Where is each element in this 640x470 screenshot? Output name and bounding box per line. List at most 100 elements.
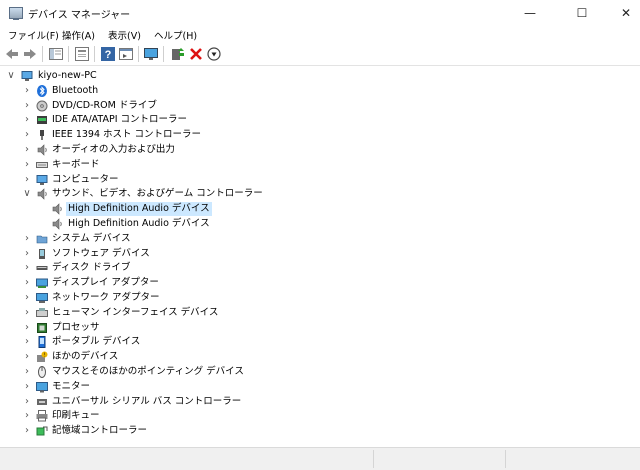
help-icon[interactable]: ?	[100, 46, 116, 62]
display-adapter-icon	[36, 278, 48, 289]
tree-category[interactable]: ∨ サウンド、ビデオ、およびゲーム コントローラー	[0, 187, 640, 201]
tree-device[interactable]: High Definition Audio デバイス	[0, 202, 640, 217]
expand-chevron-icon[interactable]: ›	[22, 99, 32, 113]
device-label: IDE ATA/ATAPI コントローラー	[52, 114, 188, 126]
keyboard-icon	[36, 161, 48, 168]
device-label: システム デバイス	[52, 232, 131, 244]
tree-category[interactable]: › ユニバーサル シリアル バス コントローラー	[0, 395, 640, 409]
tree-category[interactable]: › ディスプレイ アダプター	[0, 276, 640, 290]
expand-chevron-icon[interactable]: ›	[22, 261, 32, 275]
tree-root[interactable]: ∨ kiyo-new-PC	[0, 69, 640, 83]
mouse-icon	[38, 366, 46, 378]
expand-chevron-icon[interactable]: ›	[22, 173, 32, 187]
tree-category[interactable]: › ヒューマン インターフェイス デバイス	[0, 306, 640, 320]
expand-chevron-icon[interactable]: ›	[22, 247, 32, 261]
usb-icon	[37, 398, 47, 405]
tree-category[interactable]: › ポータブル デバイス	[0, 335, 640, 349]
tree-category[interactable]: › ディスク ドライブ	[0, 261, 640, 275]
tree-category[interactable]: › システム デバイス	[0, 232, 640, 246]
tree-category[interactable]: ›! ほかのデバイス	[0, 350, 640, 364]
expand-chevron-icon[interactable]: ›	[22, 291, 32, 305]
expand-chevron-icon[interactable]: ›	[22, 306, 32, 320]
device-label: ほかのデバイス	[52, 351, 119, 363]
expand-chevron-icon[interactable]: ›	[22, 232, 32, 246]
hid-icon	[36, 307, 48, 317]
expand-chevron-icon[interactable]: ›	[22, 113, 32, 127]
close-button[interactable]: ✕	[604, 0, 640, 26]
expand-chevron-icon[interactable]: ›	[22, 321, 32, 335]
tree-category[interactable]: › 記憶域コントローラー	[0, 424, 640, 438]
status-separator	[505, 450, 506, 468]
menu-action[interactable]: 操作(A)	[62, 28, 95, 42]
storage-controller-icon	[36, 426, 48, 436]
tree-category[interactable]: › モニター	[0, 380, 640, 394]
device-label: DVD/CD-ROM ドライブ	[52, 99, 157, 111]
device-label: kiyo-new-PC	[38, 70, 97, 81]
view-icon[interactable]	[118, 46, 134, 62]
expand-chevron-icon[interactable]: ›	[22, 143, 32, 157]
menu-help[interactable]: ヘルプ(H)	[154, 28, 197, 42]
device-label: ユニバーサル シリアル バス コントローラー	[52, 395, 242, 407]
monitor-icon[interactable]	[143, 46, 159, 62]
toolbar-separator	[94, 46, 95, 62]
tree-category[interactable]: › IEEE 1394 ホスト コントローラー	[0, 128, 640, 142]
tree-category[interactable]: › キーボード	[0, 158, 640, 172]
tree-category[interactable]: › ソフトウェア デバイス	[0, 247, 640, 261]
toolbar-separator	[163, 46, 164, 62]
show-hide-console-tree-icon[interactable]	[48, 46, 64, 62]
expand-chevron-icon[interactable]: ›	[22, 409, 32, 423]
device-label: IEEE 1394 ホスト コントローラー	[52, 129, 202, 141]
menu-view[interactable]: 表示(V)	[108, 28, 141, 42]
expand-chevron-icon[interactable]: ›	[22, 395, 32, 409]
svg-text:?: ?	[105, 49, 112, 61]
minimize-button[interactable]: —	[508, 0, 552, 26]
tree-category[interactable]: › Bluetooth	[0, 84, 640, 98]
expand-chevron-icon[interactable]: ›	[22, 276, 32, 290]
expand-chevron-icon[interactable]: ›	[22, 158, 32, 172]
expand-chevron-icon[interactable]: ›	[22, 350, 32, 364]
toolbar: ?	[0, 43, 640, 66]
expand-chevron-open-icon[interactable]: ∨	[6, 69, 16, 83]
menu-file[interactable]: ファイル(F)	[8, 28, 59, 42]
speaker-icon	[52, 203, 62, 215]
disable-device-icon[interactable]	[206, 46, 222, 62]
expand-chevron-icon[interactable]: ›	[22, 335, 32, 349]
toolbar-separator	[68, 46, 69, 62]
ide-controller-icon	[37, 116, 47, 125]
disk-drive-icon	[36, 266, 48, 271]
expand-chevron-icon[interactable]: ›	[22, 128, 32, 142]
tree-category[interactable]: › マウスとそのほかのポインティング デバイス	[0, 365, 640, 379]
processor-icon	[37, 322, 47, 333]
tree-category[interactable]: › ネットワーク アダプター	[0, 291, 640, 305]
device-label: コンピューター	[52, 173, 119, 185]
folder-device-icon	[36, 235, 48, 244]
tree-category[interactable]: › コンピューター	[0, 173, 640, 187]
forward-arrow-icon[interactable]	[22, 46, 38, 62]
device-label: サウンド、ビデオ、およびゲーム コントローラー	[52, 188, 263, 200]
tree-category[interactable]: › DVD/CD-ROM ドライブ	[0, 99, 640, 113]
expand-chevron-icon[interactable]: ›	[22, 84, 32, 98]
tree-category[interactable]: › IDE ATA/ATAPI コントローラー	[0, 113, 640, 127]
status-bar	[0, 447, 640, 470]
expand-chevron-icon[interactable]: ›	[22, 424, 32, 438]
maximize-button[interactable]: ☐	[560, 0, 604, 26]
monitor-icon	[36, 381, 48, 393]
expand-chevron-icon[interactable]: ›	[22, 380, 32, 394]
tree-category[interactable]: › オーディオの入力および出力	[0, 143, 640, 157]
device-manager-icon	[9, 7, 23, 20]
back-arrow-icon[interactable]	[4, 46, 20, 62]
device-label: Bluetooth	[52, 84, 99, 96]
software-device-icon	[39, 248, 45, 259]
tree-device[interactable]: High Definition Audio デバイス	[0, 217, 640, 231]
expand-chevron-icon[interactable]: ›	[22, 365, 32, 379]
window-title: デバイス マネージャー	[28, 10, 131, 21]
menu-bar: ファイル(F) 操作(A) 表示(V) ヘルプ(H)	[0, 26, 640, 43]
update-driver-icon[interactable]	[169, 46, 185, 62]
tree-category[interactable]: › プロセッサ	[0, 321, 640, 335]
device-label: ネットワーク アダプター	[52, 292, 160, 303]
uninstall-icon[interactable]	[188, 46, 204, 62]
network-adapter-icon	[36, 293, 48, 303]
expand-chevron-open-icon[interactable]: ∨	[22, 187, 32, 201]
tree-category[interactable]: › 印刷キュー	[0, 409, 640, 423]
properties-icon[interactable]	[74, 46, 90, 62]
